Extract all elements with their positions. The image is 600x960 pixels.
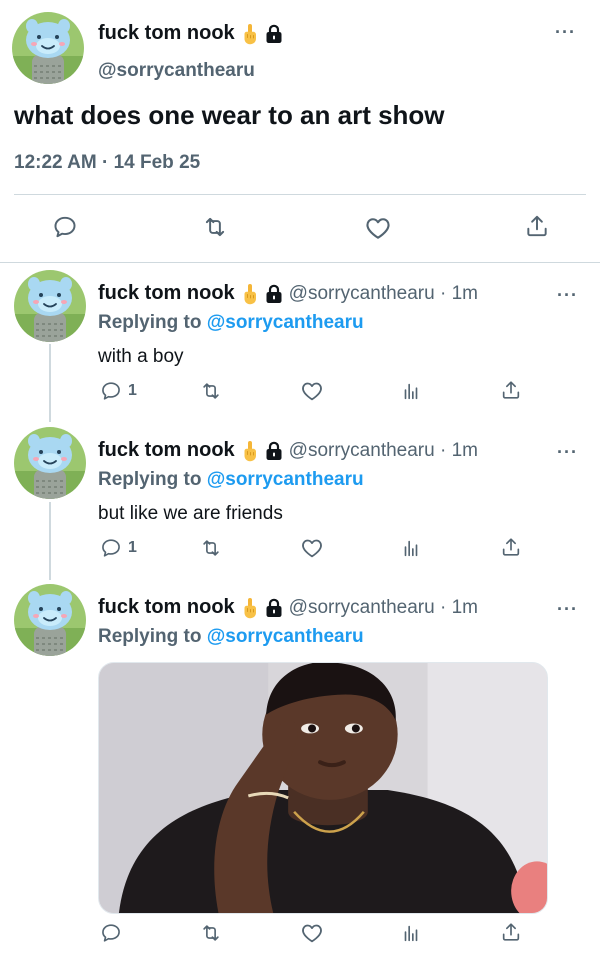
- replying-to: Replying to @sorrycanthearu: [98, 469, 364, 491]
- lock-icon: [265, 441, 283, 461]
- reply-icon: [52, 214, 78, 240]
- tweet-text: what does one wear to an art show: [14, 100, 445, 130]
- share-icon: [500, 921, 522, 943]
- reply-icon: [100, 537, 122, 559]
- lock-icon: [265, 24, 283, 44]
- retweet-button[interactable]: [202, 214, 228, 240]
- analytics-icon: [400, 380, 422, 402]
- analytics-icon: [400, 537, 422, 559]
- replying-prefix: Replying to: [98, 312, 202, 333]
- share-icon: [524, 213, 550, 239]
- middle-finger-emoji-icon: [241, 23, 259, 45]
- author-handle[interactable]: @sorrycanthearu: [98, 60, 255, 82]
- share-button[interactable]: [500, 379, 522, 401]
- tweet-actions: [0, 918, 600, 954]
- share-button[interactable]: [500, 536, 522, 558]
- tweet-text: with a boy: [98, 346, 184, 367]
- tweet-timestamp[interactable]: 12:22 AM · 14 Feb 25: [14, 152, 200, 174]
- analytics-button[interactable]: [400, 922, 422, 944]
- tweet-actions: 1: [0, 533, 600, 569]
- avatar[interactable]: [14, 584, 86, 656]
- reply-count: 1: [128, 539, 137, 556]
- mention-link[interactable]: @sorrycanthearu: [207, 626, 364, 647]
- main-tweet: fuck tom nook @sorrycanthearu ··· what d…: [0, 0, 600, 262]
- avatar[interactable]: [12, 12, 84, 84]
- reply-icon: [100, 922, 122, 944]
- mention-link[interactable]: @sorrycanthearu: [207, 312, 364, 333]
- reply-count: 1: [128, 382, 137, 399]
- reply-button[interactable]: [100, 922, 122, 944]
- reply-icon: [100, 380, 122, 402]
- handle-and-time[interactable]: @sorrycanthearu · 1m: [289, 283, 478, 305]
- reaction-image[interactable]: [98, 662, 548, 914]
- tweet-actions: 1: [0, 376, 600, 412]
- middle-finger-emoji-icon: [241, 283, 259, 305]
- like-button[interactable]: [300, 921, 324, 945]
- reply-button[interactable]: 1: [100, 537, 137, 559]
- analytics-button[interactable]: [400, 380, 422, 402]
- like-button[interactable]: [300, 379, 324, 403]
- display-name[interactable]: fuck tom nook: [98, 22, 235, 45]
- retweet-button[interactable]: [200, 380, 222, 402]
- avatar[interactable]: [14, 427, 86, 499]
- tweet-text: but like we are friends: [98, 503, 283, 524]
- author-name-row: fuck tom nook @sorrycanthearu · 1m: [98, 282, 478, 305]
- more-icon[interactable]: ···: [555, 23, 576, 41]
- more-icon[interactable]: ···: [557, 600, 578, 618]
- author-name-row: fuck tom nook @sorrycanthearu · 1m: [98, 439, 478, 462]
- replying-prefix: Replying to: [98, 469, 202, 490]
- replying-to: Replying to @sorrycanthearu: [98, 312, 364, 334]
- share-button[interactable]: [524, 213, 550, 239]
- author-name-row: fuck tom nook: [98, 22, 283, 45]
- more-icon[interactable]: ···: [557, 286, 578, 304]
- like-button[interactable]: [364, 214, 392, 242]
- reply-tweet: fuck tom nook @sorrycanthearu · 1m ··· R…: [0, 427, 600, 577]
- handle-and-time[interactable]: @sorrycanthearu · 1m: [289, 597, 478, 619]
- reply-tweet: fuck tom nook @sorrycanthearu · 1m ··· R…: [0, 584, 600, 960]
- like-icon: [300, 921, 324, 945]
- avatar[interactable]: [14, 270, 86, 342]
- retweet-icon: [200, 922, 222, 944]
- retweet-icon: [202, 214, 228, 240]
- replying-to: Replying to @sorrycanthearu: [98, 626, 364, 648]
- like-icon: [300, 536, 324, 560]
- divider: [14, 194, 586, 195]
- display-name[interactable]: fuck tom nook: [98, 282, 235, 305]
- display-name[interactable]: fuck tom nook: [98, 596, 235, 619]
- analytics-button[interactable]: [400, 537, 422, 559]
- reply-button[interactable]: [52, 214, 78, 240]
- like-icon: [364, 214, 392, 242]
- share-icon: [500, 536, 522, 558]
- display-name[interactable]: fuck tom nook: [98, 439, 235, 462]
- replying-prefix: Replying to: [98, 626, 202, 647]
- reply-button[interactable]: 1: [100, 380, 137, 402]
- like-button[interactable]: [300, 536, 324, 560]
- like-icon: [300, 379, 324, 403]
- mention-link[interactable]: @sorrycanthearu: [207, 469, 364, 490]
- middle-finger-emoji-icon: [241, 440, 259, 462]
- handle-and-time[interactable]: @sorrycanthearu · 1m: [289, 440, 478, 462]
- tweet-actions: [0, 208, 600, 248]
- analytics-icon: [400, 922, 422, 944]
- more-icon[interactable]: ···: [557, 443, 578, 461]
- share-icon: [500, 379, 522, 401]
- author-name-row: fuck tom nook @sorrycanthearu · 1m: [98, 596, 478, 619]
- retweet-icon: [200, 380, 222, 402]
- retweet-button[interactable]: [200, 537, 222, 559]
- lock-icon: [265, 598, 283, 618]
- middle-finger-emoji-icon: [241, 597, 259, 619]
- retweet-button[interactable]: [200, 922, 222, 944]
- divider: [0, 262, 600, 263]
- reply-tweet: fuck tom nook @sorrycanthearu · 1m ··· R…: [0, 270, 600, 420]
- lock-icon: [265, 284, 283, 304]
- retweet-icon: [200, 537, 222, 559]
- share-button[interactable]: [500, 921, 522, 943]
